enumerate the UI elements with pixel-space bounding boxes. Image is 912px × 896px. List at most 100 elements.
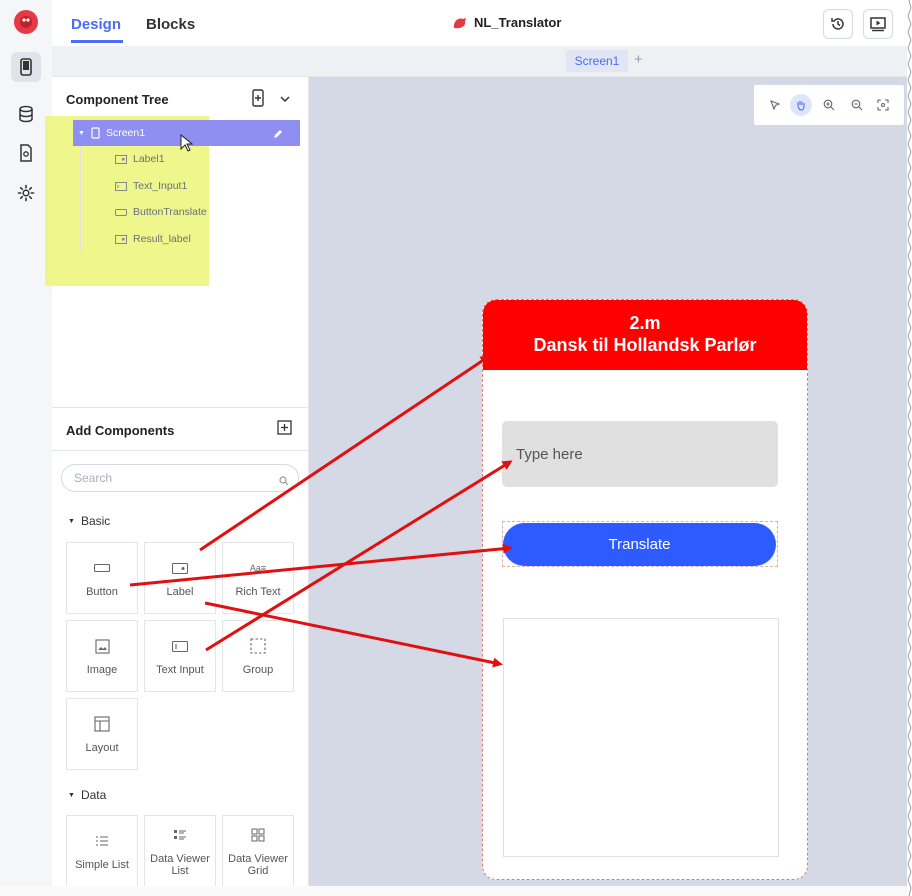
component-image-label: Image — [86, 664, 118, 676]
caret-down-icon: ▼ — [68, 791, 75, 799]
add-component-button[interactable] — [277, 420, 292, 440]
add-screen-to-tree-button[interactable] — [251, 89, 265, 112]
component-group[interactable]: Group — [222, 620, 294, 692]
plus-square-icon — [277, 420, 292, 435]
component-data-viewer-list[interactable]: Data Viewer List — [144, 815, 216, 887]
button-component-icon — [94, 564, 110, 572]
text-input-component-icon — [172, 640, 188, 652]
fit-screen-button[interactable] — [874, 96, 892, 114]
tab-design-underline — [71, 40, 123, 43]
project-title: NL_Translator — [452, 15, 561, 30]
category-data[interactable]: ▼ Data — [68, 788, 106, 802]
zoom-in-icon — [823, 99, 835, 111]
component-text-input[interactable]: Text Input — [144, 620, 216, 692]
search-placeholder: Search — [74, 471, 113, 485]
phone-icon — [20, 58, 32, 76]
select-tool-button[interactable] — [766, 96, 784, 114]
rail-settings-button[interactable] — [11, 178, 41, 208]
database-icon — [19, 105, 33, 123]
file-icon — [20, 144, 32, 162]
rail-media-button[interactable] — [11, 138, 41, 168]
layout-icon — [94, 716, 110, 732]
preview-result-label[interactable] — [503, 618, 779, 857]
phone-plus-icon — [252, 89, 264, 107]
component-search-input[interactable]: Search — [61, 464, 299, 492]
tree-label-button-translate: ButtonTranslate — [133, 206, 207, 218]
component-layout-label: Layout — [85, 742, 119, 754]
grid-icon — [251, 828, 265, 842]
zoom-in-button[interactable] — [820, 96, 838, 114]
preview-button[interactable] — [863, 9, 893, 39]
component-data-viewer-list-label: Data Viewer List — [150, 853, 210, 877]
canvas-toolbar — [754, 85, 904, 125]
component-data-viewer-grid-label: Data Viewer Grid — [228, 853, 288, 877]
project-logo-icon — [453, 17, 466, 28]
category-data-label: Data — [80, 788, 107, 802]
data-list-icon — [174, 830, 186, 840]
preview-header-line1: 2.m — [629, 313, 661, 333]
rail-design-button[interactable] — [11, 52, 41, 82]
tab-design[interactable]: Design — [71, 16, 121, 33]
project-name: NL_Translator — [474, 15, 562, 30]
component-rich-text-label: Rich Text — [235, 586, 281, 598]
preview-button-translate[interactable]: Translate — [503, 523, 776, 566]
preview-button-label: Translate — [608, 536, 671, 553]
app-logo[interactable] — [14, 10, 38, 34]
gear-icon — [17, 184, 35, 202]
component-label[interactable]: Label — [144, 542, 216, 614]
rail-data-button[interactable] — [11, 99, 41, 129]
label-component-icon — [115, 154, 127, 164]
tree-label-result-label: Result_label — [133, 233, 191, 245]
edit-screen-button[interactable] — [272, 127, 283, 145]
component-layout[interactable]: Layout — [66, 698, 138, 770]
component-tree-title: Component Tree — [66, 92, 169, 107]
zoom-out-icon — [851, 99, 863, 111]
divider — [52, 450, 308, 451]
button-component-icon — [115, 208, 127, 216]
component-button[interactable]: Button — [66, 542, 138, 614]
top-bar: Design Blocks NL_Translator — [52, 0, 907, 47]
preview-input-placeholder: Type here — [516, 445, 583, 463]
list-icon — [96, 836, 108, 846]
tree-connector — [80, 146, 81, 250]
tree-item-result-label[interactable]: Result_label — [115, 233, 191, 245]
screen-tab-bar: Screen1 + — [52, 46, 907, 77]
tree-item-button-translate[interactable]: ButtonTranslate — [115, 206, 207, 218]
component-simple-list[interactable]: Simple List — [66, 815, 138, 887]
chevron-down-icon — [280, 96, 290, 103]
tree-label-label1: Label1 — [133, 153, 165, 165]
label-component-icon — [115, 234, 127, 244]
hand-tool-button[interactable] — [790, 94, 812, 116]
component-data-viewer-grid[interactable]: Data Viewer Grid — [222, 815, 294, 887]
preview-text-input1[interactable]: Type here — [502, 421, 778, 487]
add-screen-button[interactable]: + — [634, 51, 643, 68]
tree-item-label1[interactable]: Label1 — [115, 153, 165, 165]
phone-icon — [91, 127, 100, 139]
pencil-icon — [274, 130, 282, 138]
history-icon — [831, 18, 844, 30]
tree-item-text-input1[interactable]: Text_Input1 — [115, 180, 187, 192]
history-button[interactable] — [823, 9, 853, 39]
component-image[interactable]: Image — [66, 620, 138, 692]
add-components-title: Add Components — [66, 423, 175, 438]
tree-label-text-input1: Text_Input1 — [133, 180, 188, 192]
screen-tab-screen1[interactable]: Screen1 — [566, 50, 628, 72]
pointer-icon — [770, 100, 781, 111]
category-basic-label: Basic — [80, 514, 111, 528]
preview-header-line2: Dansk til Hollandsk Parlør — [533, 335, 757, 355]
tree-label-screen1: Screen1 — [105, 127, 146, 139]
play-screen-icon — [870, 17, 886, 32]
caret-down-icon: ▼ — [78, 129, 85, 137]
search-icon — [279, 473, 289, 491]
tab-blocks[interactable]: Blocks — [146, 16, 195, 33]
tree-collapse-button[interactable] — [279, 92, 291, 110]
text-input-component-icon — [115, 181, 127, 191]
preview-header-label1[interactable]: 2.m Dansk til Hollandsk Parlør — [483, 300, 807, 370]
fit-screen-icon — [877, 99, 889, 111]
component-rich-text[interactable]: Aa≡ Rich Text — [222, 542, 294, 614]
zoom-out-button[interactable] — [848, 96, 866, 114]
divider — [52, 407, 308, 408]
caret-down-icon: ▼ — [68, 517, 75, 525]
category-basic[interactable]: ▼ Basic — [68, 514, 110, 528]
hand-icon — [797, 101, 805, 111]
